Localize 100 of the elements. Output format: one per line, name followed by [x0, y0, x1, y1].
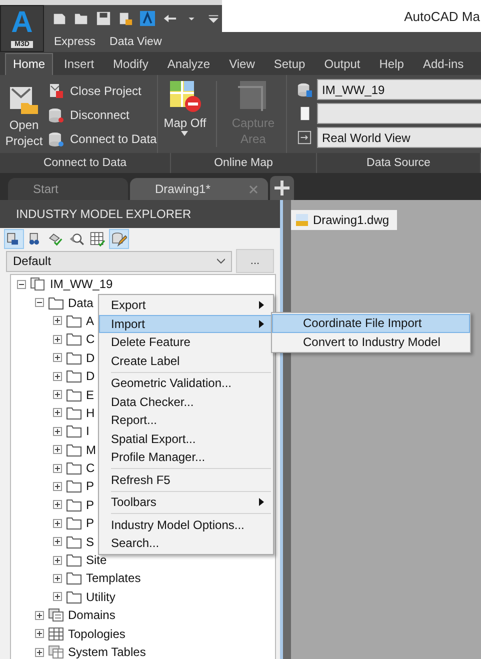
tree-item[interactable]: C [84, 461, 95, 476]
folder-icon [66, 314, 82, 328]
tree-item[interactable]: Site [84, 553, 107, 568]
tree-item[interactable]: M [84, 442, 96, 457]
menu-item[interactable]: Profile Manager... [99, 448, 273, 466]
menu-item[interactable]: Toolbars [99, 493, 273, 512]
data-source-field[interactable] [317, 103, 481, 124]
document-tab[interactable]: Drawing1* [130, 178, 268, 200]
tree-item[interactable]: Domains [66, 608, 116, 622]
tree-item[interactable]: E [84, 388, 94, 402]
tree-item[interactable]: IM_WW_19 [48, 277, 113, 292]
profile-dropdown[interactable]: Default [6, 250, 232, 272]
tree-item[interactable]: P [84, 498, 94, 512]
tree-item[interactable]: P [84, 479, 94, 494]
menu-item[interactable]: Data Checker... [99, 392, 273, 411]
toolbar-button[interactable] [4, 229, 24, 249]
collapse-icon[interactable] [17, 280, 26, 289]
new-file-icon[interactable] [52, 11, 67, 26]
data-source-field[interactable]: Real World View [317, 127, 481, 148]
ribbon-button[interactable]: Disconnect [48, 105, 157, 125]
app-logo-icon[interactable] [140, 11, 155, 26]
menu-item[interactable]: Refresh F5 [99, 470, 273, 489]
collapse-icon[interactable] [35, 298, 44, 308]
tree-item[interactable]: Topologies [66, 626, 126, 641]
save-icon[interactable] [96, 11, 111, 26]
menu-item[interactable]: Coordinate File Import [272, 314, 470, 332]
expand-icon[interactable] [53, 592, 62, 602]
ribbon-tab[interactable]: Modify [105, 53, 156, 75]
ribbon-tab[interactable]: View [221, 53, 263, 75]
tree-item[interactable]: S [84, 534, 94, 549]
submenu-arrow-icon [259, 301, 264, 310]
ribbon-tab[interactable]: Add-ins [414, 53, 472, 75]
tree-item[interactable]: P [84, 516, 94, 530]
tree-item[interactable]: H [84, 406, 95, 420]
new-tab-icon[interactable] [270, 176, 294, 200]
folder-icon [66, 553, 82, 568]
expand-icon[interactable] [53, 426, 62, 436]
expand-icon[interactable] [35, 648, 44, 656]
expand-icon[interactable] [53, 464, 62, 473]
chevron-down-icon[interactable] [217, 258, 225, 264]
ribbon-button[interactable]: Close Project [48, 81, 157, 101]
tree-item[interactable]: C [84, 332, 95, 346]
tree-item[interactable]: Utility [84, 590, 116, 604]
dwg-file-icon [295, 213, 309, 227]
menu-item[interactable]: Data View [110, 36, 162, 48]
expand-icon[interactable] [53, 500, 62, 510]
expand-icon[interactable] [53, 316, 62, 326]
expand-icon[interactable] [53, 482, 62, 491]
drawing-tab[interactable]: Drawing1.dwg [291, 210, 398, 230]
menu-item[interactable]: Delete Feature [99, 333, 273, 352]
close-project-icon [48, 83, 64, 99]
menu-item[interactable]: Report... [99, 411, 273, 430]
expand-icon[interactable] [53, 556, 62, 565]
map-off-button[interactable]: Map Off [158, 75, 208, 153]
menu-item[interactable]: Industry Model Options... [99, 516, 273, 534]
tree-item[interactable]: System Tables [66, 645, 146, 659]
expand-icon[interactable] [35, 629, 44, 638]
expand-icon[interactable] [53, 574, 62, 583]
more-button[interactable]: ... [236, 249, 274, 273]
window-title: AutoCAD Ma [404, 8, 480, 24]
ribbon-tab[interactable]: Output [316, 53, 368, 75]
toolbar-button[interactable] [88, 229, 108, 249]
menu-item[interactable]: Create Label [99, 352, 273, 370]
menu-item[interactable]: Express [54, 36, 96, 48]
plot-icon[interactable] [118, 11, 133, 26]
ribbon-tab[interactable]: Help [371, 53, 412, 75]
menu-item[interactable]: Geometric Validation... [99, 374, 273, 392]
caret-icon [181, 131, 188, 136]
tree-item[interactable]: I [84, 424, 90, 438]
expand-icon[interactable] [53, 518, 62, 528]
tree-item[interactable]: D [84, 369, 95, 384]
expand-icon[interactable] [53, 334, 62, 344]
menu-item[interactable]: Import [99, 314, 273, 333]
expand-icon[interactable] [53, 445, 62, 454]
tree-item[interactable]: Templates [84, 571, 141, 586]
menu-item[interactable]: Convert to Industry Model [272, 332, 470, 351]
tree-item[interactable]: Data [66, 296, 94, 310]
toolbar-button[interactable] [109, 229, 129, 249]
menu-item[interactable]: Search... [99, 534, 273, 552]
tree-item[interactable]: A [84, 314, 94, 328]
ribbon-tab[interactable]: Insert [56, 53, 102, 75]
ribbon-tab[interactable]: Analyze [159, 53, 218, 75]
ribbon-button[interactable]: Connect to Data [48, 129, 157, 149]
ribbon-tab[interactable]: Setup [266, 53, 314, 75]
expand-icon[interactable] [53, 390, 62, 400]
expand-icon[interactable] [53, 537, 62, 546]
document-tab[interactable]: Start [8, 178, 128, 200]
folder-icon [66, 369, 82, 384]
ribbon-tab[interactable]: Home [5, 53, 54, 75]
expand-icon[interactable] [53, 408, 62, 418]
expand-icon[interactable] [35, 610, 44, 620]
menu-item[interactable]: Spatial Export... [99, 430, 273, 448]
open-folder-icon[interactable] [74, 11, 89, 26]
splitter[interactable] [280, 200, 291, 659]
expand-icon[interactable] [53, 353, 62, 362]
expand-icon[interactable] [53, 372, 62, 381]
open-project-button[interactable]: Open Project [0, 75, 48, 153]
data-source-field[interactable]: IM_WW_19 [317, 79, 481, 100]
tree-item[interactable]: D [84, 350, 95, 365]
menu-item[interactable]: Export [99, 296, 273, 314]
